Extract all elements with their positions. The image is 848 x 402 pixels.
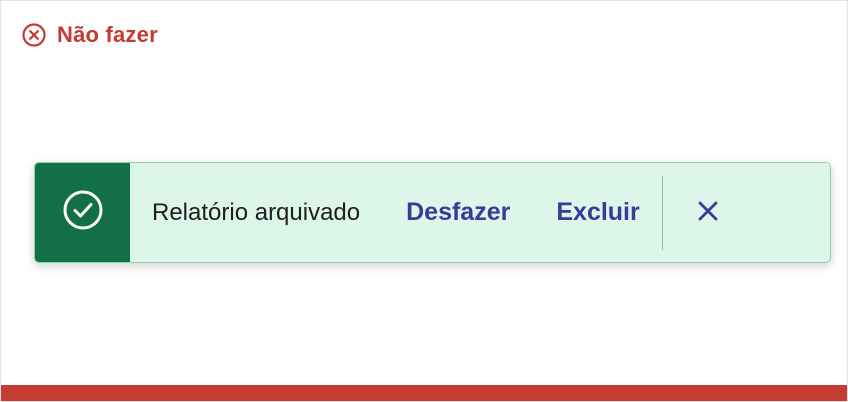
close-icon [696,199,720,226]
delete-button[interactable]: Excluir [556,198,639,227]
success-toast: Relatório arquivado Desfazer Excluir [34,162,831,263]
close-button[interactable] [663,163,753,262]
dont-label: Não fazer [21,22,158,48]
check-circle-icon [62,189,104,236]
example-frame: Não fazer Relatório arquivado Desfazer E… [0,0,848,402]
toast-message: Relatório arquivado [152,198,361,226]
dont-indicator-bar [1,385,847,401]
toast-body: Relatório arquivado Desfazer Excluir [130,163,830,262]
undo-button[interactable]: Desfazer [406,198,510,227]
dont-label-text: Não fazer [57,22,158,47]
toast-icon-box [35,163,130,262]
x-circle-icon [21,22,47,48]
